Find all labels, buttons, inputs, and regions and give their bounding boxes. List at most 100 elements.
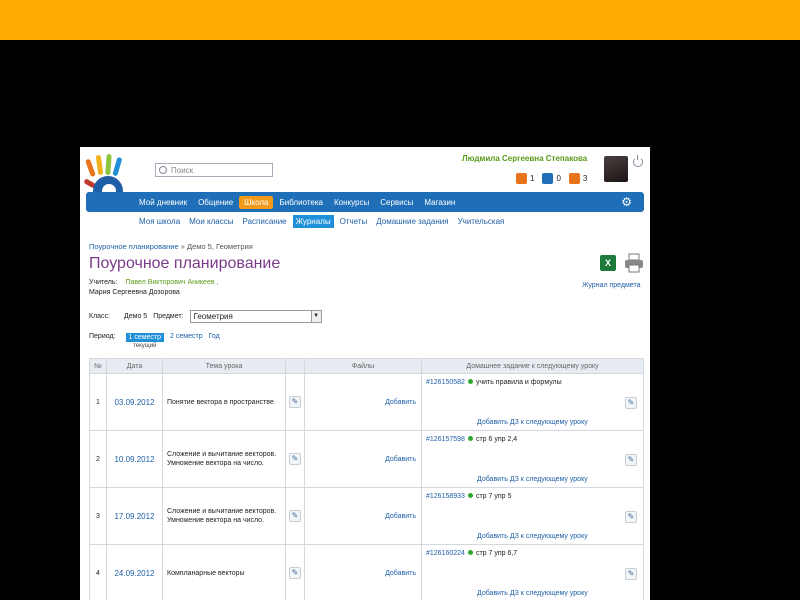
notification-counters: 1 0 3 <box>516 173 592 184</box>
breadcrumb-current: Демо 5, Геометрия <box>187 242 253 251</box>
people-icon[interactable] <box>542 173 554 184</box>
row-date-link[interactable]: 17.09.2012 <box>106 487 163 545</box>
class-label: Класс: <box>89 313 110 320</box>
table-header-row: № Дата Тема урока Файлы Домашнее задание… <box>89 358 644 374</box>
subnav-reports[interactable]: Отчеты <box>337 215 371 228</box>
table-row: 1 03.09.2012 Понятие вектора в пространс… <box>89 373 644 431</box>
homework-id-link[interactable]: #126150582 <box>426 379 465 386</box>
page-title: Поурочное планирование <box>89 255 281 272</box>
puzzle-icon[interactable] <box>568 173 580 184</box>
row-add-file-link[interactable]: Добавить <box>304 373 422 431</box>
mail-count: 1 <box>530 174 535 183</box>
row-topic: Сложение и вычитание векторов. Умножение… <box>162 487 286 545</box>
period-year[interactable]: Год <box>209 333 220 340</box>
col-date: Дата <box>106 358 163 374</box>
col-edit <box>285 358 305 374</box>
breadcrumb-separator: » <box>180 242 185 251</box>
add-homework-link[interactable]: Добавить ДЗ к следующему уроку <box>477 419 588 426</box>
subnav-my-classes[interactable]: Мои классы <box>186 215 236 228</box>
table-row: 2 10.09.2012 Сложение и вычитание вектор… <box>89 430 644 488</box>
row-date-link[interactable]: 03.09.2012 <box>106 373 163 431</box>
homework-id-link[interactable]: #126158933 <box>426 493 465 500</box>
status-dot-icon <box>467 550 473 555</box>
homework-id-link[interactable]: #126157598 <box>426 436 465 443</box>
pencil-icon[interactable]: ✎ <box>625 511 637 523</box>
teacher-name-2: Мария Сергеевна Дозорова <box>89 289 180 296</box>
pencil-icon[interactable]: ✎ <box>289 453 301 465</box>
breadcrumb: Поурочное планирование » Демо 5, Геометр… <box>89 242 253 251</box>
user-name-link[interactable]: Людмила Сергеевна Степакова <box>462 154 587 163</box>
nav-library[interactable]: Библиотека <box>274 196 328 209</box>
nav-services[interactable]: Сервисы <box>375 196 418 209</box>
journal-subject-link[interactable]: Журнал предмета <box>582 282 641 289</box>
pencil-icon[interactable]: ✎ <box>289 567 301 579</box>
row-add-file-link[interactable]: Добавить <box>304 430 422 488</box>
row-num: 2 <box>89 430 107 488</box>
subject-value: Геометрия <box>193 312 233 321</box>
row-topic: Понятие вектора в пространстве <box>162 373 286 431</box>
excel-export-icon[interactable]: X <box>600 255 616 271</box>
period-label: Период: <box>89 333 116 340</box>
col-homework: Домашнее задание к следующему уроку <box>421 358 644 374</box>
puzzle-count: 3 <box>582 174 588 183</box>
homework-id-link[interactable]: #126160224 <box>426 550 465 557</box>
pencil-icon[interactable]: ✎ <box>625 397 637 409</box>
mail-icon[interactable] <box>516 173 527 184</box>
pencil-icon[interactable]: ✎ <box>625 568 637 580</box>
period-semester-2[interactable]: 2 семестр <box>170 333 203 340</box>
subnav-homework[interactable]: Домашние задания <box>373 215 451 228</box>
homework-text: стр 7 упр 6,7 <box>475 550 518 557</box>
row-date-link[interactable]: 10.09.2012 <box>106 430 163 488</box>
chevron-down-icon[interactable]: ▼ <box>310 311 321 322</box>
teacher-info: Учитель: Павел Викторович Аникеев , Мария… <box>89 278 218 298</box>
search-icon <box>159 166 167 174</box>
row-edit-cell: ✎ <box>285 544 305 600</box>
row-add-file-link[interactable]: Добавить <box>304 487 422 545</box>
teacher-label: Учитель: <box>89 279 118 286</box>
nav-my-diary[interactable]: Мой дневник <box>134 196 192 209</box>
col-num: № <box>89 358 107 374</box>
add-homework-link[interactable]: Добавить ДЗ к следующему уроку <box>477 533 588 540</box>
row-edit-cell: ✎ <box>285 487 305 545</box>
row-num: 3 <box>89 487 107 545</box>
row-homework: #126160224 стр 7 упр 6,7 ✎ Добавить ДЗ к … <box>421 544 644 600</box>
subnav-journals[interactable]: Журналы <box>292 215 334 228</box>
filters: Класс: Демо 5 Предмет: Геометрия ▼ <box>89 310 322 323</box>
nav-communication[interactable]: Общение <box>193 196 238 209</box>
printer-icon[interactable] <box>624 253 644 273</box>
row-homework: #126150582 учить правила и формулы ✎ Доба… <box>421 373 644 431</box>
nav-contests[interactable]: Конкурсы <box>329 196 374 209</box>
subject-select[interactable]: Геометрия ▼ <box>189 310 322 323</box>
period-semester-1[interactable]: 1 семестр <box>125 333 165 342</box>
period-active[interactable]: 1 семестр текущий <box>125 333 165 349</box>
add-homework-link[interactable]: Добавить ДЗ к следующему уроку <box>477 476 588 483</box>
avatar[interactable] <box>604 156 628 182</box>
subnav-schedule[interactable]: Расписание <box>240 215 290 228</box>
pencil-icon[interactable]: ✎ <box>289 510 301 522</box>
period-current-note: текущий <box>133 343 157 349</box>
row-add-file-link[interactable]: Добавить <box>304 544 422 600</box>
logout-icon[interactable] <box>633 155 643 167</box>
teacher-name-link[interactable]: Павел Викторович Аникеев , <box>125 279 218 286</box>
pencil-icon[interactable]: ✎ <box>289 396 301 408</box>
row-num: 4 <box>89 544 107 600</box>
gear-icon[interactable]: ⚙ <box>621 195 632 209</box>
status-dot-icon <box>467 493 473 498</box>
row-topic: Сложение и вычитание векторов. Умножение… <box>162 430 286 488</box>
subnav-teachers-room[interactable]: Учительская <box>455 215 508 228</box>
table-row: 3 17.09.2012 Сложение и вычитание вектор… <box>89 487 644 545</box>
search-input[interactable]: Поиск <box>155 163 273 177</box>
main-nav: Мой дневник Общение Школа Библиотека Кон… <box>86 192 644 212</box>
search-placeholder: Поиск <box>171 165 194 175</box>
period-selector: Период: 1 семестр текущий 2 семестр Год <box>89 333 220 349</box>
pencil-icon[interactable]: ✎ <box>625 454 637 466</box>
lessons-table: № Дата Тема урока Файлы Домашнее задание… <box>89 358 644 600</box>
subnav-my-school[interactable]: Моя школа <box>136 215 183 228</box>
sub-nav: Моя школа Мои классы Расписание Журналы … <box>136 215 510 228</box>
row-edit-cell: ✎ <box>285 430 305 488</box>
breadcrumb-link[interactable]: Поурочное планирование <box>89 242 179 251</box>
nav-school[interactable]: Школа <box>239 195 274 209</box>
add-homework-link[interactable]: Добавить ДЗ к следующему уроку <box>477 590 588 597</box>
nav-shop[interactable]: Магазин <box>419 196 460 209</box>
row-date-link[interactable]: 24.09.2012 <box>106 544 163 600</box>
